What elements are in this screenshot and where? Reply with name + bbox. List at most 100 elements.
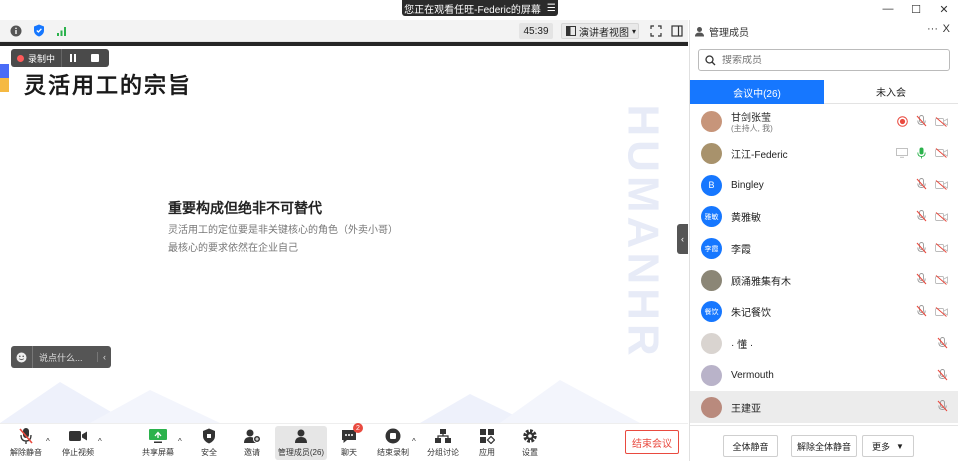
members-icon	[295, 429, 307, 443]
security-button[interactable]: 安全	[196, 426, 222, 460]
search-icon	[705, 54, 716, 65]
meeting-toolbar: 45:39 演讲者视图 ▾	[0, 20, 688, 42]
video-options-caret[interactable]: ^	[98, 437, 102, 446]
mic-off-icon[interactable]	[916, 305, 927, 320]
add-user-icon	[244, 429, 261, 443]
tab-not-joined[interactable]: 未入会	[824, 80, 958, 104]
end-meeting-button[interactable]: 结束会议	[625, 430, 679, 454]
mic-off-icon[interactable]	[937, 400, 948, 415]
member-row[interactable]: B Bingley	[690, 169, 958, 201]
recording-icon[interactable]	[897, 115, 908, 130]
fullscreen-icon[interactable]	[648, 23, 663, 38]
apps-label: 应用	[479, 448, 495, 457]
apps-button[interactable]: 应用	[474, 426, 500, 460]
member-status-icons	[916, 210, 948, 225]
maximize-button[interactable]: ☐	[902, 0, 930, 18]
mic-off-icon[interactable]	[916, 241, 927, 257]
pause-recording-button[interactable]	[62, 49, 84, 67]
chat-unread-badge: 2	[353, 423, 363, 433]
camera-off-icon[interactable]	[935, 147, 948, 161]
mic-off-icon[interactable]	[937, 336, 948, 352]
camera-off-icon[interactable]	[935, 179, 948, 193]
mic-off-icon	[19, 428, 33, 444]
stop-recording-button[interactable]	[84, 49, 106, 67]
close-panel-button[interactable]: X	[943, 23, 950, 35]
mute-all-button[interactable]: 全体静音	[723, 435, 778, 457]
manage-members-button[interactable]: 管理成员(26)	[275, 426, 327, 460]
minimize-button[interactable]: —	[874, 0, 902, 18]
avatar: 雅敏	[701, 206, 722, 228]
member-status-icons	[916, 305, 948, 320]
camera-off-icon[interactable]	[935, 274, 948, 288]
member-search-input[interactable]	[722, 54, 922, 66]
member-row[interactable]: 王建亚	[690, 391, 958, 423]
member-row[interactable]: 雅敏 黄雅敏	[690, 201, 958, 233]
camera-off-icon[interactable]	[935, 116, 948, 130]
more-button[interactable]: 更多 ▼	[862, 435, 914, 457]
slide-accent-bars	[0, 64, 9, 92]
avatar: B	[701, 174, 722, 196]
window-controls: — ☐ ✕	[874, 0, 958, 18]
member-name: 顾涌雅集有木	[731, 276, 791, 288]
member-row[interactable]: 李霞 李霞	[690, 233, 958, 265]
mic-off-icon[interactable]	[916, 210, 927, 225]
member-row[interactable]: 甘剑张莹 (主持人, 我)	[690, 106, 958, 138]
member-row[interactable]: 餐饮 朱记餐饮	[690, 296, 958, 328]
members-icon	[695, 26, 704, 36]
avatar	[701, 364, 722, 386]
tab-in-meeting[interactable]: 会议中(26)	[690, 80, 824, 104]
camera-off-icon[interactable]	[935, 242, 948, 256]
member-status-icons	[916, 241, 948, 257]
mic-off-icon[interactable]	[937, 368, 948, 384]
chat-button[interactable]: 2 聊天	[336, 423, 363, 460]
avatar	[701, 269, 722, 291]
breakout-button[interactable]: 分组讨论	[426, 426, 460, 460]
share-banner[interactable]: 您正在观看任旺-Federic的屏幕 ☰	[402, 0, 558, 16]
chevron-left-icon[interactable]: ‹	[97, 352, 111, 362]
slide-line-1: 灵活用工的定位要是非关键核心的角色（外卖小哥）	[168, 225, 398, 236]
unmute-all-button[interactable]: 解除全体静音	[791, 435, 857, 457]
member-name: 甘剑张莹	[731, 113, 771, 124]
camera-off-icon[interactable]	[935, 211, 948, 225]
invite-button[interactable]: 邀请	[238, 426, 266, 460]
more-button-label: 更多	[872, 441, 891, 452]
end-recording-button[interactable]: 结束录制	[376, 426, 410, 460]
close-window-button[interactable]: ✕	[930, 0, 958, 18]
member-row[interactable]: Vermouth	[690, 360, 958, 392]
recording-label: 录制中	[28, 53, 56, 64]
sidebar-toggle-icon[interactable]	[669, 23, 684, 38]
audio-options-caret[interactable]: ^	[46, 437, 50, 446]
share-screen-button[interactable]: 共享屏幕	[140, 426, 176, 460]
member-row[interactable]: 江江-Federic	[690, 138, 958, 170]
gear-icon	[523, 429, 537, 443]
collapse-panel-button[interactable]: ‹	[677, 224, 688, 254]
member-name: 李霞	[731, 245, 751, 257]
stop-video-button[interactable]: 停止视频	[60, 426, 96, 460]
screen-share-icon[interactable]	[896, 147, 908, 161]
info-icon[interactable]	[8, 23, 23, 38]
shield-icon[interactable]	[31, 23, 46, 38]
mic-on-icon[interactable]	[916, 147, 927, 162]
mic-off-icon[interactable]	[916, 273, 927, 288]
emoji-icon[interactable]	[11, 346, 33, 368]
recording-options-caret[interactable]: ^	[412, 437, 416, 446]
mic-off-icon[interactable]	[916, 115, 927, 130]
stop-icon	[91, 54, 100, 62]
meeting-timer: 45:39	[519, 23, 553, 39]
member-row[interactable]: · 懂 ·	[690, 328, 958, 360]
view-mode-select[interactable]: 演讲者视图 ▾	[561, 23, 639, 39]
hamburger-icon[interactable]: ☰	[547, 3, 556, 14]
more-options-icon[interactable]: ···	[927, 23, 938, 35]
member-row[interactable]: 顾涌雅集有木	[690, 264, 958, 296]
share-options-caret[interactable]: ^	[178, 437, 182, 446]
recording-indicator: 录制中	[11, 49, 109, 67]
camera-off-icon[interactable]	[935, 306, 948, 320]
accent-bar-yellow	[0, 78, 9, 92]
unmute-button[interactable]: 解除静音	[8, 426, 44, 460]
mic-off-icon[interactable]	[916, 178, 927, 193]
slide-mountain-decoration	[0, 380, 640, 423]
settings-button[interactable]: 设置	[517, 426, 543, 460]
signal-icon[interactable]	[54, 23, 69, 38]
chat-quick-input[interactable]: 说点什么... ‹	[11, 346, 111, 368]
member-search[interactable]	[698, 49, 950, 71]
